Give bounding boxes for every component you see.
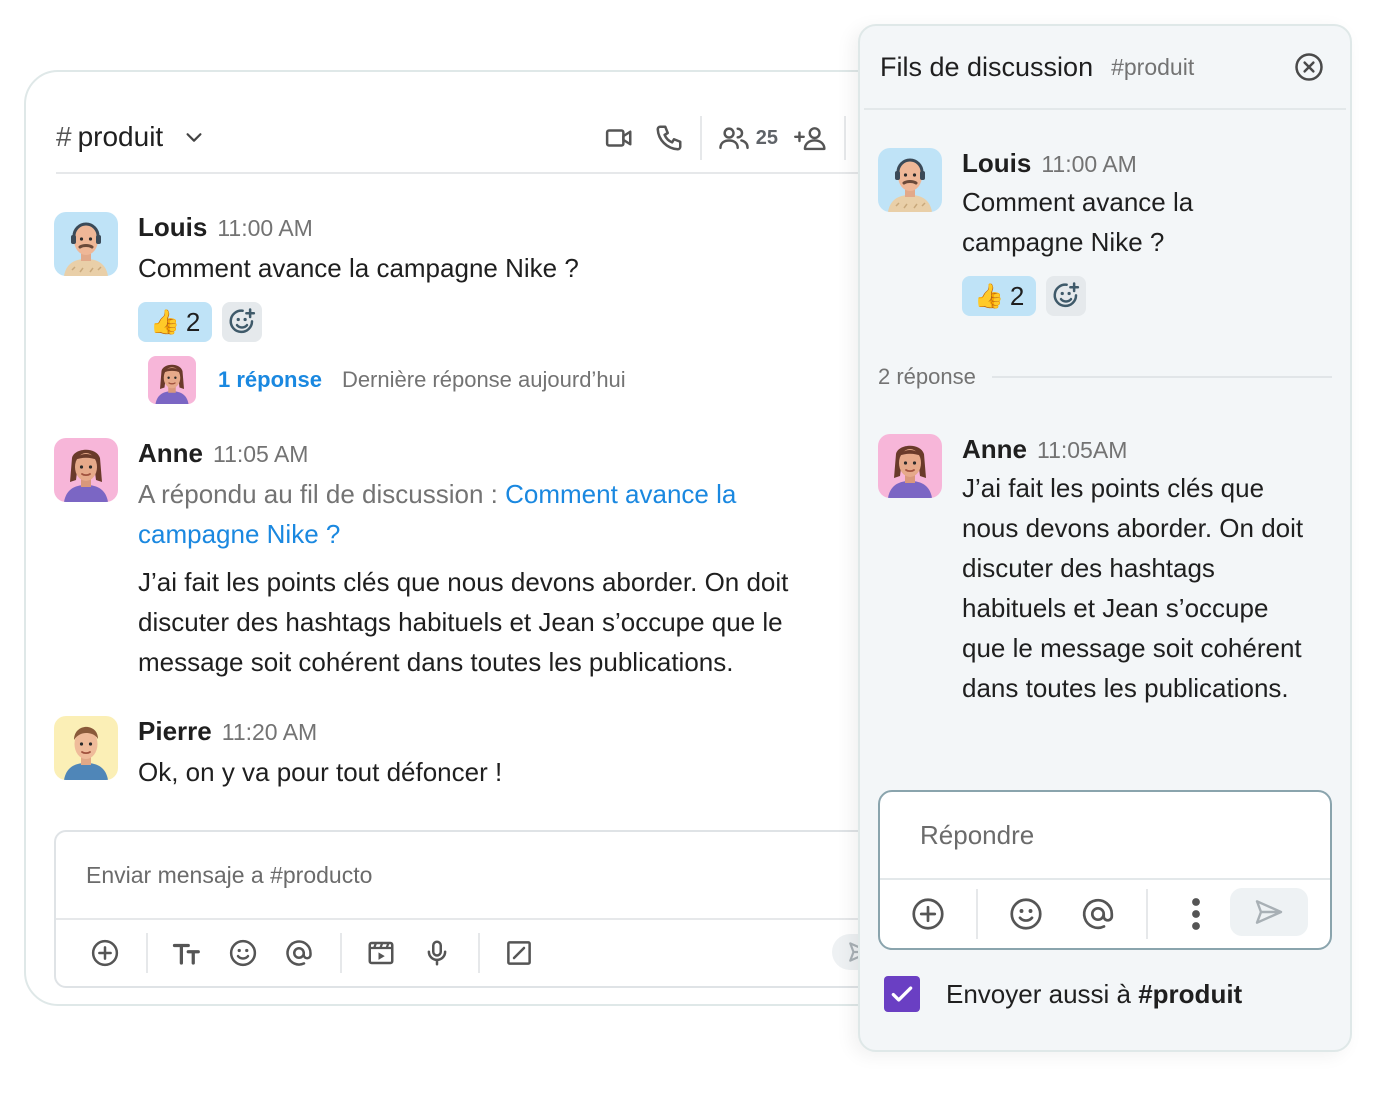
toolbar-separator bbox=[146, 933, 148, 973]
reaction-count: 2 bbox=[185, 306, 201, 337]
add-reaction-button[interactable] bbox=[1046, 276, 1087, 316]
message-body: Anne 11:05 AM A répondu au fil de discus… bbox=[138, 438, 854, 682]
reaction-count: 2 bbox=[1009, 280, 1025, 311]
add-member-icon[interactable] bbox=[794, 123, 828, 153]
divider-line bbox=[991, 376, 1332, 378]
mention-icon[interactable] bbox=[284, 938, 314, 968]
channel-title: produit bbox=[77, 121, 164, 152]
send-icon bbox=[1251, 896, 1287, 928]
phone-icon[interactable] bbox=[654, 123, 684, 153]
thumbs-up-icon: 👍 bbox=[150, 308, 180, 336]
channel-hash: # bbox=[56, 121, 72, 152]
video-icon[interactable] bbox=[604, 123, 634, 153]
message-time: 11:05 AM bbox=[213, 441, 309, 467]
reply-input[interactable]: Répondre bbox=[880, 792, 1330, 880]
add-icon[interactable] bbox=[908, 896, 948, 932]
members-button[interactable]: 25 bbox=[718, 123, 778, 153]
message-body: Louis 11:00 AM Comment avance la campagn… bbox=[138, 212, 854, 404]
reply-toolbar bbox=[880, 880, 1330, 948]
message-author[interactable]: Anne bbox=[138, 438, 203, 469]
text-format-icon[interactable] bbox=[172, 938, 202, 968]
avatar[interactable] bbox=[54, 212, 118, 276]
toolbar-separator bbox=[1146, 889, 1148, 939]
avatar[interactable] bbox=[54, 438, 118, 502]
edit-icon[interactable] bbox=[504, 938, 534, 968]
message-time: 11:00 AM bbox=[217, 215, 313, 241]
message-body: Anne 11:05AM J’ai fait les points clés q… bbox=[962, 434, 1338, 708]
add-reaction-button[interactable] bbox=[222, 302, 263, 342]
message-text: J’ai fait les points clés que nous devon… bbox=[962, 473, 1304, 703]
channel-selector[interactable]: # produit bbox=[56, 121, 205, 153]
thread-reply-context: A répondu au fil de discussion : Comment… bbox=[138, 474, 838, 554]
message-body: Pierre 11:20 AM Ok, on y va pour tout dé… bbox=[138, 716, 854, 792]
message-author[interactable]: Pierre bbox=[138, 716, 212, 747]
thread-summary[interactable]: 1 réponse Dernière réponse aujourd’hui bbox=[148, 356, 854, 404]
checkbox-check-icon bbox=[889, 981, 915, 1007]
reactions: 👍 2 bbox=[962, 276, 1338, 316]
more-icon[interactable] bbox=[1176, 896, 1216, 932]
header-separator bbox=[844, 116, 846, 160]
thread-title: Fils de discussion bbox=[880, 51, 1094, 82]
close-icon[interactable] bbox=[1294, 52, 1324, 82]
emoji-icon[interactable] bbox=[1006, 896, 1046, 932]
thread-header: Fils de discussion #produit bbox=[864, 26, 1346, 110]
message-author[interactable]: Louis bbox=[962, 148, 1031, 179]
chevron-down-icon[interactable] bbox=[183, 126, 205, 148]
message-text: Comment avance la campagne Nike ? bbox=[962, 187, 1194, 257]
reactions: 👍 2 bbox=[138, 302, 854, 342]
thread-reply-composer: Répondre bbox=[878, 790, 1332, 950]
header-separator bbox=[699, 116, 702, 160]
mention-icon[interactable] bbox=[1078, 896, 1118, 932]
avatar[interactable] bbox=[54, 716, 118, 780]
also-send-prefix: Envoyer aussi à bbox=[946, 978, 1139, 1009]
microphone-icon[interactable] bbox=[422, 938, 452, 968]
thumbs-up-icon: 👍 bbox=[974, 282, 1004, 310]
also-send-label: Envoyer aussi à #produit bbox=[946, 979, 1242, 1010]
add-emoji-icon bbox=[1051, 281, 1081, 311]
add-emoji-icon bbox=[227, 307, 257, 337]
message-text: Comment avance la campagne Nike ? bbox=[138, 253, 579, 283]
replies-count: 2 réponse bbox=[878, 364, 976, 389]
member-count: 25 bbox=[755, 126, 778, 149]
toolbar-separator bbox=[478, 933, 480, 973]
message-composer: Enviar mensaje a #producto bbox=[54, 830, 902, 988]
message-time: 11:00 AM bbox=[1041, 151, 1137, 177]
message-time: 11:05AM bbox=[1037, 437, 1128, 463]
channel-window: # produit 25 Louis 11:00 AM Comment avan… bbox=[24, 70, 904, 1006]
emoji-icon[interactable] bbox=[228, 938, 258, 968]
thread-panel: Fils de discussion #produit Louis 11:00 … bbox=[858, 24, 1352, 1052]
message-text: J’ai fait les points clés que nous devon… bbox=[138, 567, 789, 677]
avatar[interactable] bbox=[878, 434, 942, 498]
thread-channel[interactable]: #produit bbox=[1111, 54, 1194, 81]
thread-reply-count[interactable]: 1 réponse bbox=[218, 367, 322, 393]
thread-last-reply: Dernière réponse aujourd’hui bbox=[341, 367, 626, 392]
reply-context-prefix: A répondu au fil de discussion : bbox=[138, 479, 506, 509]
toolbar-separator bbox=[340, 933, 342, 973]
reaction-thumbs-up[interactable]: 👍 2 bbox=[138, 302, 213, 342]
also-send-checkbox[interactable] bbox=[884, 976, 920, 1012]
message-text: Ok, on y va pour tout défoncer ! bbox=[138, 757, 503, 787]
members-icon bbox=[718, 123, 750, 153]
toolbar-separator bbox=[976, 889, 978, 939]
also-send-option[interactable]: Envoyer aussi à #produit bbox=[884, 976, 1242, 1012]
message-time: 11:20 AM bbox=[221, 719, 318, 745]
message-body: Louis 11:00 AM Comment avance la campagn… bbox=[962, 148, 1338, 316]
message-author[interactable]: Louis bbox=[138, 212, 207, 243]
channel-header: # produit 25 bbox=[56, 102, 886, 174]
replies-divider: 2 réponse bbox=[878, 364, 1332, 390]
composer-toolbar bbox=[56, 920, 882, 986]
send-reply-button[interactable] bbox=[1230, 888, 1308, 936]
header-toolbar: 25 bbox=[604, 102, 886, 174]
avatar bbox=[148, 356, 196, 404]
avatar[interactable] bbox=[878, 148, 942, 212]
message-input[interactable]: Enviar mensaje a #producto bbox=[56, 832, 882, 920]
also-send-channel: #produit bbox=[1138, 978, 1243, 1009]
media-icon[interactable] bbox=[366, 938, 396, 968]
reaction-thumbs-up[interactable]: 👍 2 bbox=[962, 276, 1037, 316]
message-author[interactable]: Anne bbox=[962, 434, 1027, 465]
add-icon[interactable] bbox=[90, 938, 120, 968]
